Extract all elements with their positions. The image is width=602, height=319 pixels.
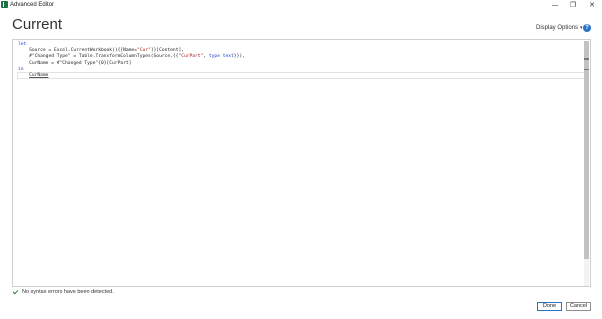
title-bar: Advanced Editor — ❐ ✕ [0,0,602,10]
window-title: Advanced Editor [10,2,55,8]
code-token: }}), [233,54,245,60]
done-button[interactable]: Done [537,302,562,311]
excel-icon [1,1,8,8]
scrollbar-marker [584,58,589,60]
code-token: CurName = #"Changed Type"{0}[CurPart] [29,60,132,66]
syntax-status: No syntax errors have been detected. [12,288,114,296]
code-string: "Cur" [136,48,151,54]
restore-button[interactable]: ❐ [567,0,579,10]
minimize-button[interactable]: — [549,0,561,10]
code-line[interactable]: CurName [18,73,582,79]
display-options-dropdown[interactable]: Display Options ▾ [536,24,583,32]
code-keyword: let [18,42,27,47]
cancel-button[interactable]: Cancel [566,302,591,311]
code-text[interactable]: let Source = Excel.CurrentWorkbook(){[Na… [18,42,582,79]
scrollbar-thumb[interactable] [584,41,589,259]
help-icon[interactable]: ? [583,24,591,32]
scrollbar-marker [584,69,589,70]
code-token: ]}[Content], [150,48,184,54]
checkmark-icon [12,288,19,294]
code-keyword: type text [208,54,234,60]
code-token: Source = Excel.CurrentWorkbook(){[Name= [29,48,137,54]
code-string: "CurPart" [178,54,204,60]
vertical-scrollbar[interactable] [584,41,589,286]
query-name-heading: Current [12,16,63,33]
code-keyword: in [18,66,24,72]
code-token: CurName [29,72,49,78]
code-token: #"Changed Type" = Table.TransformColumnT… [29,54,179,60]
close-button[interactable]: ✕ [586,0,598,10]
display-options-label: Display Options [536,25,579,31]
syntax-status-text: No syntax errors have been detected. [22,289,114,295]
code-editor[interactable]: let Source = Excel.CurrentWorkbook(){[Na… [12,39,591,287]
